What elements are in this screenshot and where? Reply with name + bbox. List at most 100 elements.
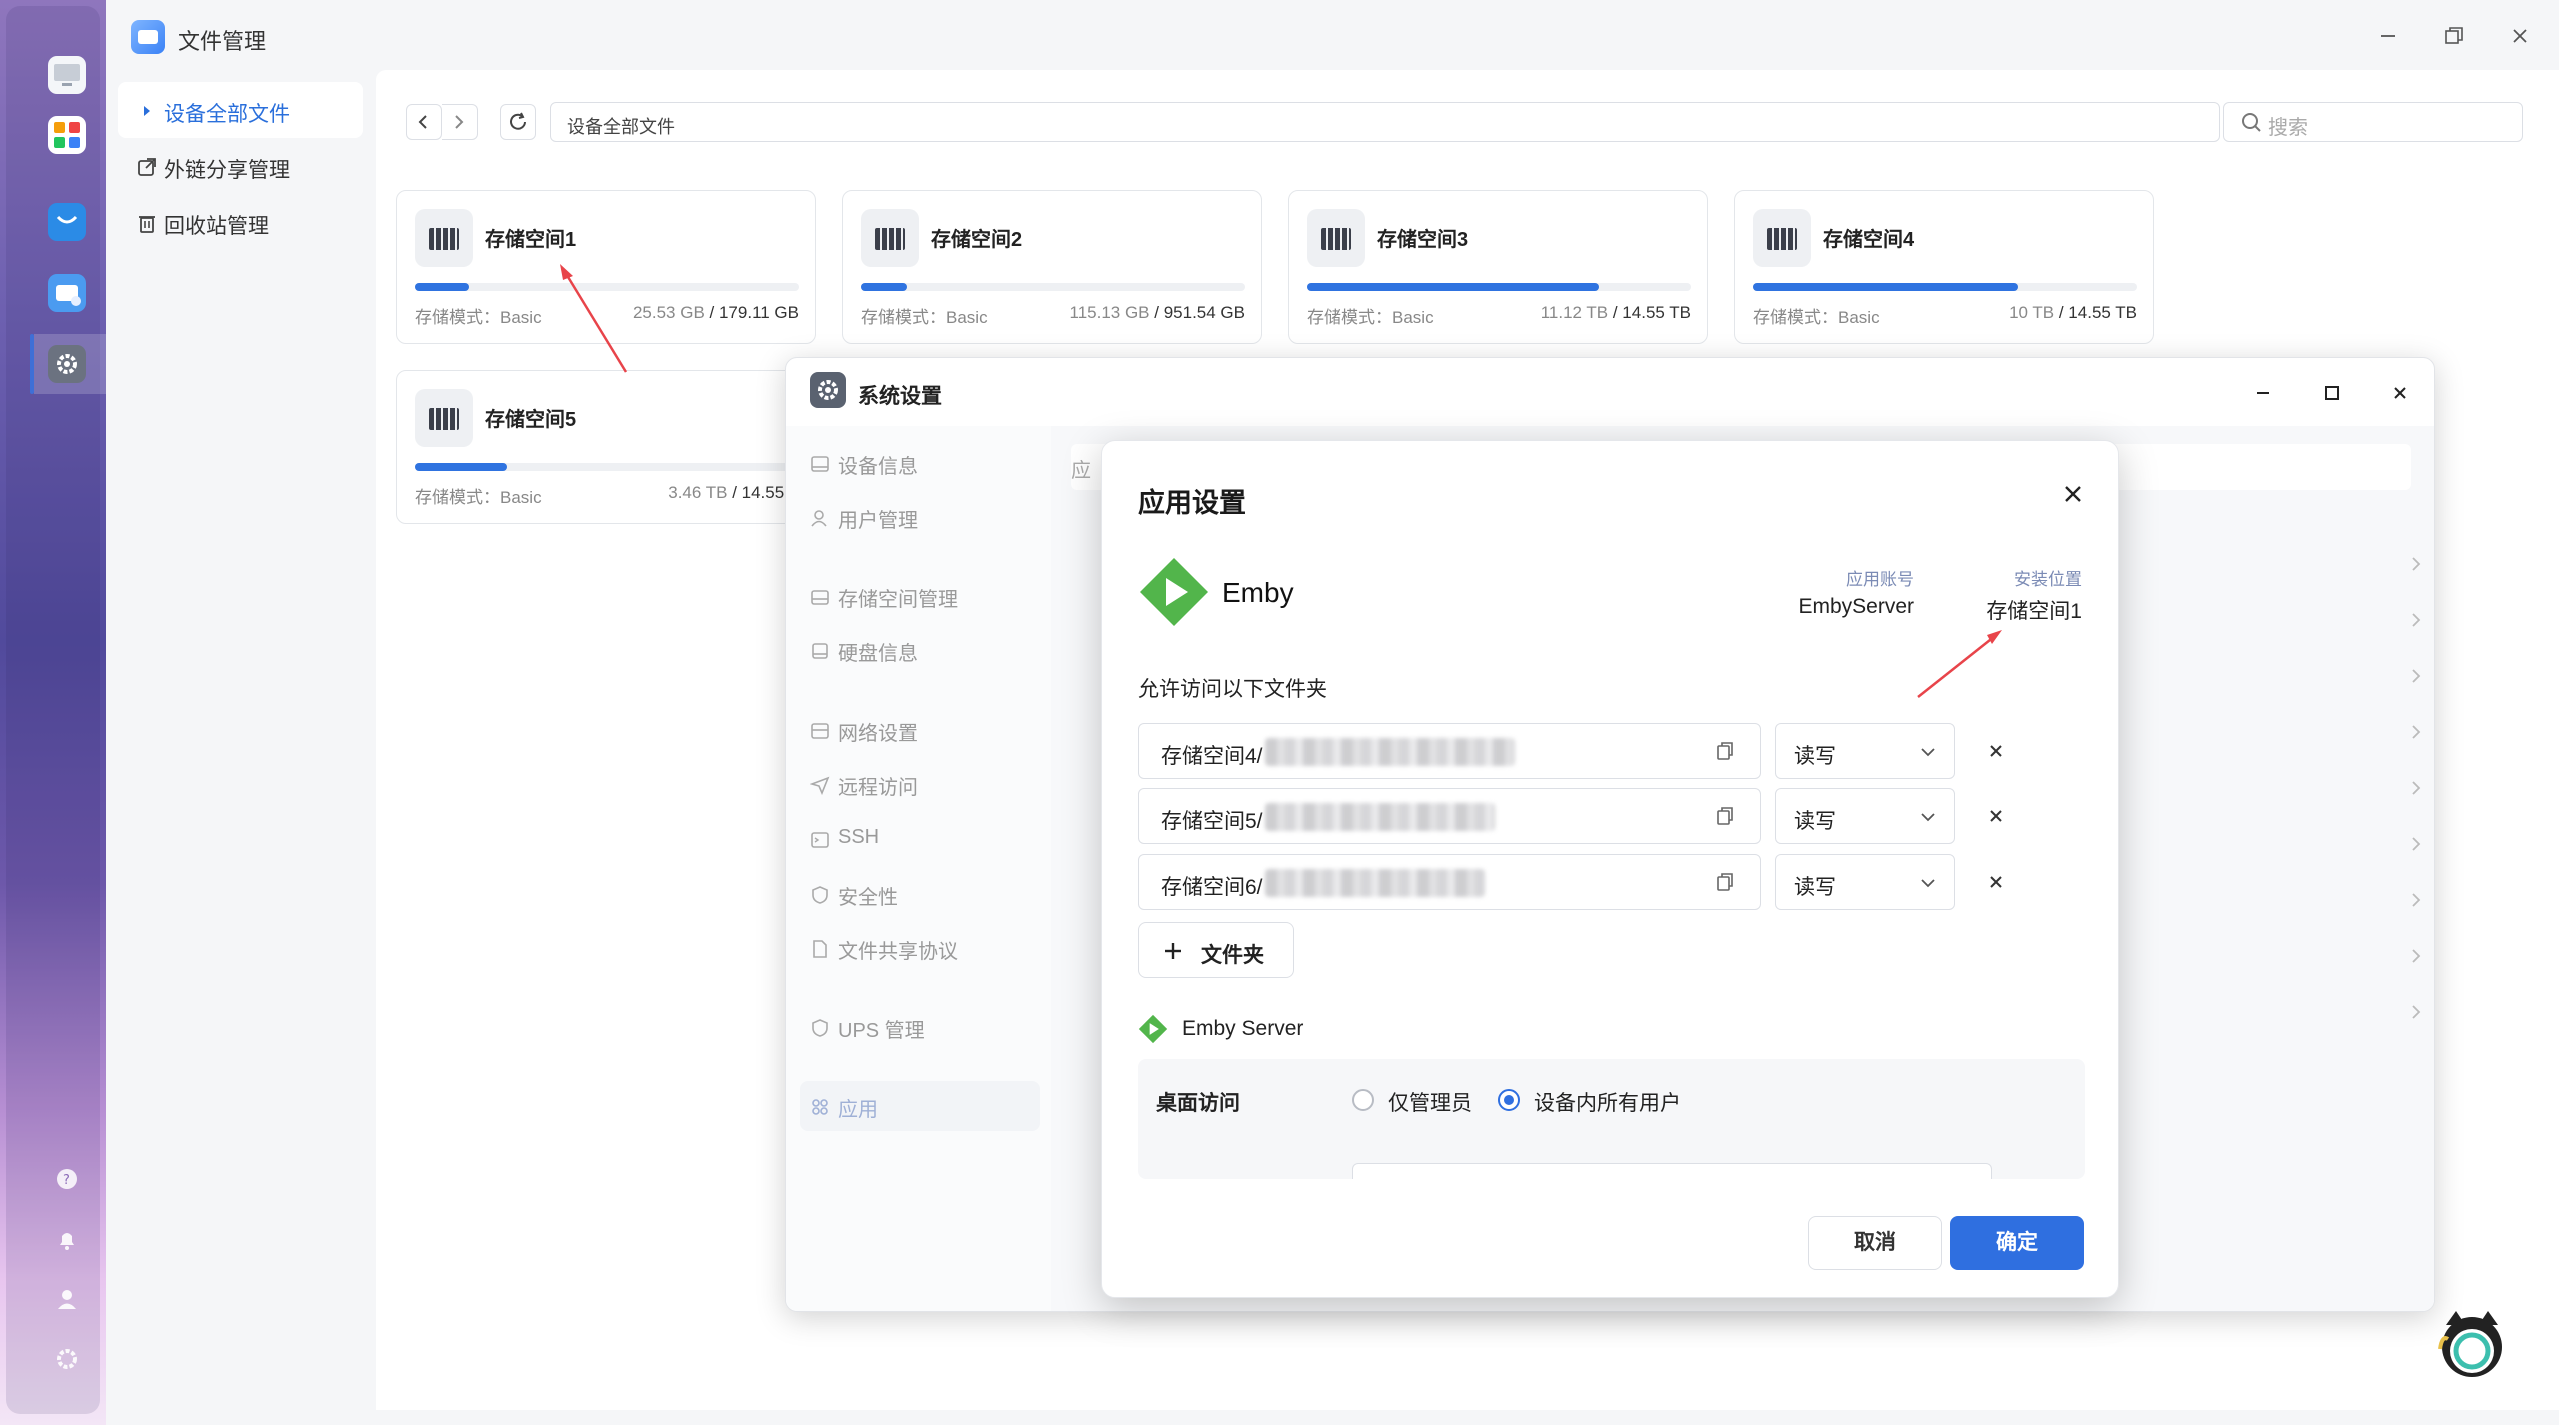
desktop-access-section: 桌面访问 仅管理员 设备内所有用户 [1138,1059,2085,1179]
restore-icon[interactable] [2440,22,2468,50]
storage-card-3[interactable]: 存储空间3 存储模式：Basic 11.12 TB / 14.55 TB [1288,190,1708,344]
close-icon[interactable] [2058,479,2088,509]
chevron-right-icon[interactable] [2406,666,2426,686]
permission-select[interactable]: 读写 [1775,788,1955,844]
account-value: EmbyServer [1798,595,1914,618]
folder-path-field[interactable]: 存储空间5/ [1138,788,1761,844]
desktop-app-icon[interactable] [48,56,86,94]
usage-bar [1753,283,2137,291]
copy-icon[interactable] [1714,871,1736,893]
usage-fill [1753,283,2018,291]
remove-folder-icon[interactable] [1986,806,2006,826]
nav-network[interactable]: 网络设置 [800,705,1040,755]
used-value: 115.13 GB [1069,303,1150,322]
app-name: Emby [1222,577,1294,608]
minimize-icon[interactable] [2374,22,2402,50]
radio-admin-only[interactable] [1352,1089,1374,1111]
usage-fill [1307,283,1599,291]
close-icon[interactable] [2387,380,2413,406]
storage-card-4[interactable]: 存储空间4 存储模式：Basic 10 TB / 14.55 TB [1734,190,2154,344]
assistant-mascot-icon[interactable] [2434,1305,2510,1381]
network-icon [810,721,830,741]
nav-security[interactable]: 安全性 [800,869,1040,919]
storage-mode: 存储模式：Basic [415,488,542,507]
storage-disk-icon [415,209,473,267]
usage-fill [861,283,908,291]
minimize-icon[interactable] [2250,380,2276,406]
access-field[interactable] [1352,1163,1992,1179]
nav-device-info[interactable]: 设备信息 [800,438,1040,488]
remove-folder-icon[interactable] [1986,872,2006,892]
storage-card-5[interactable]: 存储空间5 存储模式：Basic 3.46 TB / 14.55 T [396,370,816,524]
folder-path-field[interactable]: 存储空间4/ [1138,723,1761,779]
power-settings-icon[interactable] [50,1342,84,1376]
storage-capacity: 25.53 GB / 179.11 GB [633,303,799,323]
forward-button[interactable] [442,104,478,140]
bell-icon[interactable] [50,1222,84,1256]
permission-select[interactable]: 读写 [1775,854,1955,910]
nav-remote-access[interactable]: 远程访问 [800,759,1040,809]
plus-icon [1163,941,1183,961]
chevron-right-icon[interactable] [2406,778,2426,798]
settings-app-icon[interactable] [48,345,86,383]
sidebar-item-recycle-bin[interactable]: 回收站管理 [118,194,363,250]
user-icon[interactable] [50,1282,84,1316]
content-heading: 应 [1071,460,1091,482]
ups-icon [810,1018,830,1038]
remove-folder-icon[interactable] [1986,741,2006,761]
app-center-icon[interactable] [48,116,86,154]
chevron-right-icon[interactable] [2406,554,2426,574]
chevron-right-icon[interactable] [2406,722,2426,742]
server-name: Emby Server [1182,1017,1304,1040]
maximize-icon[interactable] [2319,380,2345,406]
sidebar-item-all-files[interactable]: 设备全部文件 [118,82,363,138]
chevron-right-icon[interactable] [2406,890,2426,910]
nav-storage-management[interactable]: 存储空间管理 [800,571,1040,621]
copy-icon[interactable] [1714,805,1736,827]
storage-card-1[interactable]: 存储空间1 存储模式：Basic 25.53 GB / 179.11 GB [396,190,816,344]
storage-card-2[interactable]: 存储空间2 存储模式：Basic 115.13 GB / 951.54 GB [842,190,1262,344]
app-settings-dialog: 应用设置 Emby 应用账号 EmbyServer 安装位置 存储空间1 允许访… [1101,440,2119,1298]
folder-row: 存储空间5/ 读写 [1138,788,2048,844]
sidebar-item-share-links[interactable]: 外链分享管理 [118,138,363,194]
chevron-right-icon[interactable] [2406,610,2426,630]
radio-all-users[interactable] [1498,1089,1520,1111]
chevron-right-icon[interactable] [2406,834,2426,854]
storage-mode: 存储模式：Basic [415,308,542,327]
help-icon[interactable]: ? [50,1162,84,1196]
nav-label: 安全性 [838,887,898,909]
file-manager-app-icon[interactable] [48,274,86,312]
permission-select[interactable]: 读写 [1775,723,1955,779]
nav-ups[interactable]: UPS 管理 [800,1002,1040,1052]
confirm-button[interactable]: 确定 [1950,1216,2084,1270]
chevron-right-icon[interactable] [2406,1002,2426,1022]
usage-bar [861,283,1245,291]
nav-apps[interactable]: 应用 [800,1081,1040,1131]
refresh-button[interactable] [500,104,536,140]
add-folder-button[interactable]: 文件夹 [1138,922,1294,978]
back-button[interactable] [406,104,442,140]
folder-path-field[interactable]: 存储空间6/ [1138,854,1761,910]
storage-mode: 存储模式：Basic [1753,308,1880,327]
path-bar[interactable]: 设备全部文件 [550,102,2220,142]
folder-row: 存储空间6/ 读写 [1138,854,2048,910]
copy-icon[interactable] [1714,740,1736,762]
nav-disk-info[interactable]: 硬盘信息 [800,625,1040,675]
search-input[interactable]: 搜索 [2223,102,2523,142]
add-folder-label: 文件夹 [1201,944,1264,967]
storage-name: 存储空间1 [485,229,577,251]
trash-icon [136,212,158,234]
store-app-icon[interactable] [48,203,86,241]
storage-capacity: 3.46 TB / 14.55 T [668,483,799,503]
close-icon[interactable] [2506,22,2534,50]
chevron-right-icon[interactable] [2406,946,2426,966]
sidebar-item-label: 设备全部文件 [164,103,290,126]
cancel-button[interactable]: 取消 [1808,1216,1942,1270]
storage-icon [810,587,830,607]
nav-ssh[interactable]: SSH [800,814,1040,864]
sidebar-item-label: 外链分享管理 [164,159,290,182]
nav-file-share-protocol[interactable]: 文件共享协议 [800,923,1040,973]
radio-label: 设备内所有用户 [1534,1092,1681,1115]
nav-user-management[interactable]: 用户管理 [800,492,1040,542]
title-bar: 文件管理 [106,0,2559,72]
